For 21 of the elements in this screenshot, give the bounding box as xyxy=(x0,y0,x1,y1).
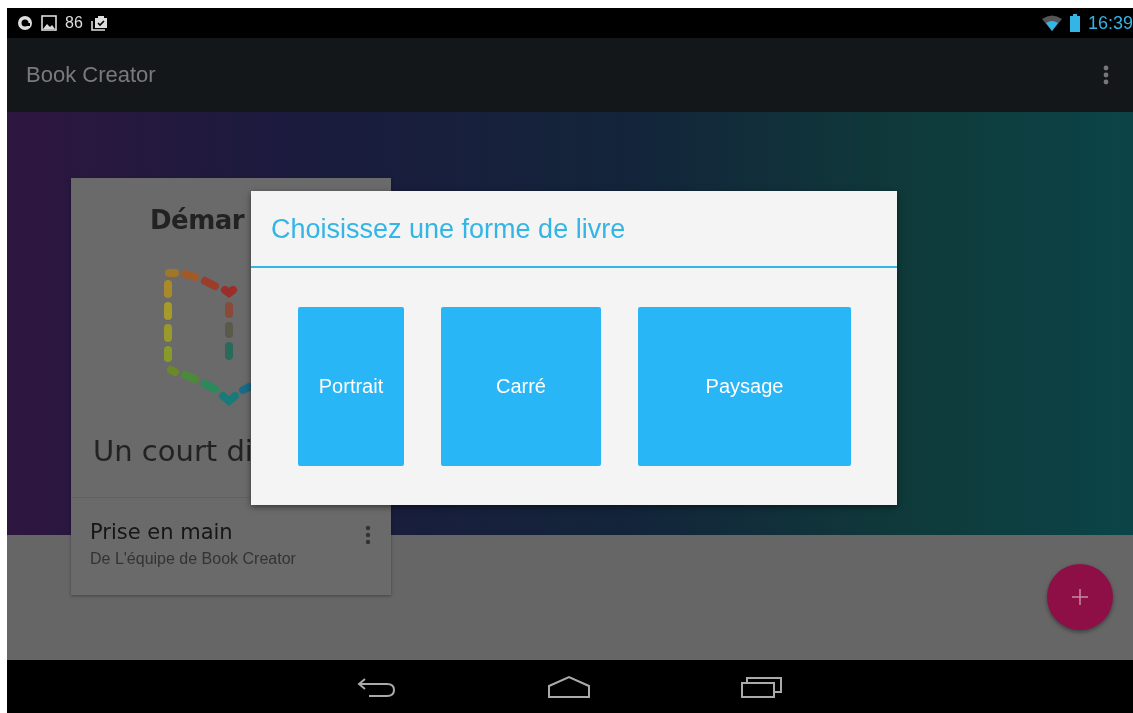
card-menu-icon[interactable] xyxy=(365,525,371,545)
book-shape-button[interactable]: Paysage xyxy=(638,307,851,466)
book-title: Prise en main xyxy=(90,520,234,544)
overflow-menu-icon[interactable] xyxy=(1103,65,1109,85)
recent-apps-icon[interactable] xyxy=(741,674,783,699)
book-author: De L'équipe de Book Creator xyxy=(90,550,296,568)
clipboard-check-icon xyxy=(90,15,109,31)
circle-logo-icon xyxy=(17,15,33,31)
app-title: Book Creator xyxy=(26,62,156,88)
book-shape-button[interactable]: Carré xyxy=(441,307,601,466)
dialog-title: Choisissez une forme de livre xyxy=(251,191,897,268)
battery-icon xyxy=(1069,14,1080,32)
wifi-icon xyxy=(1041,15,1062,31)
cover-title: Démar xyxy=(150,204,245,237)
image-icon xyxy=(41,15,57,31)
plus-icon xyxy=(1072,589,1088,605)
status-time: 16:39 xyxy=(1087,12,1133,34)
cover-subtitle: Un court di xyxy=(93,433,253,470)
notification-count: 86 xyxy=(65,14,83,32)
home-icon[interactable] xyxy=(547,674,591,699)
book-shape-button[interactable]: Portrait xyxy=(298,307,404,466)
